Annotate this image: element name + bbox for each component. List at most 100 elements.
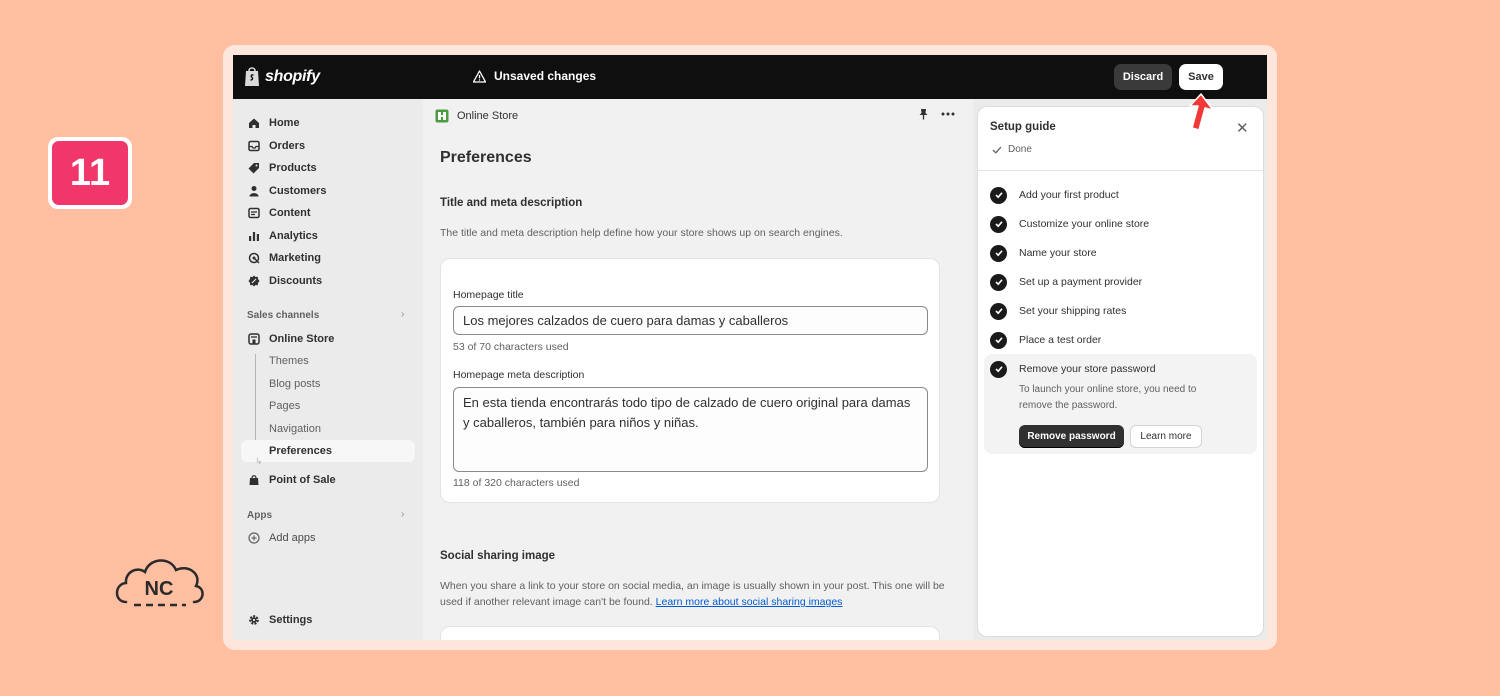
task-payment-provider[interactable]: Set up a payment provider (990, 271, 1252, 293)
tag-icon (247, 161, 261, 175)
sidebar-item-label: Orders (269, 140, 306, 152)
meta-description-label: Homepage meta description (453, 369, 585, 381)
step-number: 11 (52, 141, 128, 205)
check-circle-icon (990, 186, 1007, 204)
pin-icon[interactable] (918, 108, 929, 123)
check-circle-icon (990, 273, 1007, 291)
sidebar-item-add-apps[interactable]: Add apps (241, 527, 415, 549)
task-remove-password-description: To launch your online store, you need to… (1019, 384, 1197, 411)
main-content: Online Store Preferences Title and meta … (423, 99, 973, 640)
task-test-order[interactable]: Place a test order (990, 329, 1252, 351)
sidebar-item-settings[interactable]: Settings (241, 609, 415, 631)
sidebar-subitem-blog-posts[interactable]: Blog posts (241, 373, 415, 395)
sidebar-subitem-pages[interactable]: Pages (241, 395, 415, 417)
page-title: Preferences (440, 149, 532, 166)
chevron-right-icon[interactable]: › (401, 509, 404, 520)
sidebar-nav: Home Orders Products Customers Content A… (233, 99, 423, 640)
task-label: Name your store (1019, 247, 1097, 259)
task-add-first-product[interactable]: Add your first product (990, 184, 1252, 206)
nc-cloud-logo: NC (112, 550, 206, 612)
warning-icon (473, 69, 486, 83)
more-options-icon[interactable] (941, 108, 955, 123)
title-meta-card: Homepage title Los mejores calzados de c… (440, 258, 940, 503)
sidebar-item-label: Settings (269, 614, 313, 626)
sidebar-item-label: Online Store (269, 333, 335, 345)
setup-guide-panel: Setup guide ✕ Done Add your first produc… (977, 106, 1264, 637)
task-name-store[interactable]: Name your store (990, 242, 1252, 264)
shopify-admin-window: shopify Unsaved changes Discard Save Hom… (233, 55, 1267, 640)
shopify-logo[interactable]: shopify (243, 66, 320, 87)
sidebar-subitem-themes[interactable]: Themes (241, 350, 415, 372)
sidebar-item-label: Marketing (269, 252, 321, 264)
content-icon (247, 206, 261, 220)
learn-more-button[interactable]: Learn more (1130, 425, 1202, 448)
sidebar-item-products[interactable]: Products (241, 157, 415, 179)
unsaved-changes-indicator: Unsaved changes (473, 69, 596, 83)
homepage-title-label: Homepage title (453, 289, 524, 301)
discount-icon (247, 274, 261, 288)
inbox-icon (247, 139, 261, 153)
meta-description-textarea[interactable]: En esta tienda encontrarás todo tipo de … (453, 387, 928, 472)
sidebar-subitem-navigation[interactable]: Navigation (241, 418, 415, 440)
sidebar-item-label: Discounts (269, 275, 323, 287)
red-pointer-arrow-icon (1189, 93, 1214, 131)
close-icon[interactable]: ✕ (1236, 119, 1249, 137)
discard-button[interactable]: Discard (1114, 64, 1172, 90)
task-customize-store[interactable]: Customize your online store (990, 213, 1252, 235)
channel-header: Online Store (435, 109, 518, 123)
sidebar-item-label: Customers (269, 185, 327, 197)
gear-icon (247, 613, 261, 627)
sidebar-item-point-of-sale[interactable]: Point of Sale (241, 469, 415, 491)
title-meta-description: The title and meta description help defi… (440, 227, 843, 239)
sidebar-subitem-preferences[interactable]: Preferences (241, 440, 415, 462)
cloud-icon: NC (115, 559, 204, 607)
check-circle-icon (990, 215, 1007, 233)
apps-heading: Apps (247, 510, 272, 521)
sidebar-item-orders[interactable]: Orders (241, 135, 415, 157)
check-circle-icon (990, 302, 1007, 320)
sidebar-item-discounts[interactable]: Discounts (241, 270, 415, 292)
remove-password-button[interactable]: Remove password (1019, 425, 1124, 448)
sidebar-item-label: Content (269, 207, 311, 219)
chevron-right-icon[interactable]: › (401, 309, 404, 320)
pos-bag-icon (247, 473, 261, 487)
task-label: Set up a payment provider (1019, 276, 1143, 288)
sidebar-item-label: Add apps (269, 532, 316, 544)
save-button[interactable]: Save (1179, 64, 1223, 90)
shopping-bag-icon (245, 67, 259, 86)
sidebar-item-customers[interactable]: Customers (241, 180, 415, 202)
sidebar-item-label: Home (269, 117, 300, 129)
storefront-icon (247, 332, 261, 346)
task-label: Place a test order (1019, 334, 1102, 346)
divider (978, 170, 1263, 171)
bar-chart-icon (247, 229, 261, 243)
unsaved-changes-text: Unsaved changes (494, 69, 597, 83)
task-label: Add your first product (1019, 189, 1119, 201)
setup-guide-title: Setup guide (990, 121, 1056, 133)
sidebar-item-online-store[interactable]: Online Store (241, 328, 415, 350)
task-shipping-rates[interactable]: Set your shipping rates (990, 300, 1252, 322)
check-circle-icon (990, 360, 1007, 378)
brand-name: shopify (265, 67, 320, 85)
checkmark-icon (992, 146, 1002, 154)
sidebar-item-marketing[interactable]: Marketing (241, 247, 415, 269)
task-label: Set your shipping rates (1019, 305, 1127, 317)
sidebar-item-content[interactable]: Content (241, 202, 415, 224)
nc-logo-text: NC (145, 578, 174, 600)
check-circle-icon (990, 331, 1007, 349)
person-icon (247, 184, 261, 198)
sidebar-item-analytics[interactable]: Analytics (241, 225, 415, 247)
sidebar-item-label: Point of Sale (269, 474, 336, 486)
setup-guide-status-text: Done (1008, 144, 1032, 155)
task-remove-password[interactable]: Remove your store password (990, 358, 1252, 380)
homepage-title-input[interactable]: Los mejores calzados de cuero para damas… (453, 306, 928, 335)
sidebar-item-label: Analytics (269, 230, 318, 242)
target-icon (247, 251, 261, 265)
top-bar: shopify Unsaved changes Discard Save (233, 55, 1267, 99)
social-sharing-learn-more-link[interactable]: Learn more about social sharing images (656, 596, 843, 608)
step-number-badge: 11 (48, 137, 132, 209)
sidebar-item-home[interactable]: Home (241, 112, 415, 134)
sales-channels-heading: Sales channels (247, 310, 320, 321)
nav-tree-arrow-icon: ↳ (255, 456, 263, 466)
online-store-app-icon (435, 109, 449, 123)
